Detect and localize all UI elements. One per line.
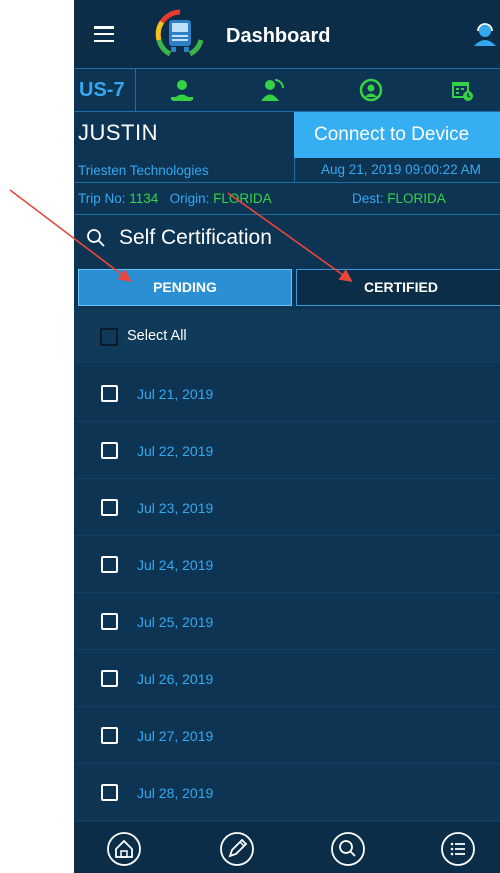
list-item[interactable]: Jul 25, 2019 [74, 593, 500, 650]
bottom-nav [74, 822, 500, 873]
select-all-row[interactable]: Select All [74, 310, 500, 363]
driver-refresh-icon[interactable] [259, 77, 285, 103]
item-checkbox[interactable] [101, 385, 118, 402]
item-date: Jul 23, 2019 [137, 500, 214, 516]
divider [74, 182, 500, 183]
driver-status-icon[interactable] [169, 77, 195, 103]
company-name: Triesten Technologies [78, 163, 209, 178]
list-item[interactable]: Jul 26, 2019 [74, 650, 500, 707]
destination-value: FLORIDA [387, 191, 446, 206]
select-all-label: Select All [127, 328, 187, 344]
tab-pending[interactable]: PENDING [78, 269, 292, 306]
item-date: Jul 27, 2019 [137, 728, 214, 744]
item-checkbox[interactable] [101, 784, 118, 801]
sync-icon[interactable] [358, 77, 384, 103]
item-date: Jul 26, 2019 [137, 671, 214, 687]
list-item[interactable]: Jul 24, 2019 [74, 536, 500, 593]
trip-number: 1134 [129, 191, 159, 206]
truck-logo-icon [155, 9, 204, 57]
list-item[interactable]: Jul 28, 2019 [74, 764, 500, 821]
list-item[interactable]: Jul 21, 2019 [74, 365, 500, 422]
select-all-checkbox[interactable] [100, 328, 118, 346]
destination-info: Dest: FLORIDA [352, 191, 446, 206]
list-item[interactable]: Jul 27, 2019 [74, 707, 500, 764]
pencil-edit-icon[interactable] [219, 831, 255, 867]
item-checkbox[interactable] [101, 499, 118, 516]
list-menu-icon[interactable] [440, 831, 476, 867]
toolbar: US-7 [74, 68, 500, 112]
origin-value: FLORIDA [213, 191, 272, 206]
calendar-clock-icon[interactable] [449, 77, 475, 103]
trip-number-label: Trip No: [78, 191, 126, 206]
page-title: Dashboard [226, 25, 331, 47]
top-bar: Dashboard [74, 0, 500, 68]
search-icon[interactable] [86, 228, 106, 248]
item-date: Jul 28, 2019 [137, 785, 214, 801]
section-title: Self Certification [119, 226, 272, 249]
hamburger-menu-icon[interactable] [94, 26, 114, 43]
app-screen: Dashboard US-7 JUSTIN Triesten Technolog… [74, 0, 500, 873]
item-checkbox[interactable] [101, 727, 118, 744]
driver-name: JUSTIN [78, 120, 158, 145]
item-checkbox[interactable] [101, 613, 118, 630]
item-checkbox[interactable] [101, 442, 118, 459]
origin-label: Origin: [169, 191, 210, 206]
divider [74, 214, 500, 215]
item-date: Jul 24, 2019 [137, 557, 214, 573]
home-icon[interactable] [106, 831, 142, 867]
connect-to-device-button[interactable]: Connect to Device [294, 112, 500, 158]
destination-label: Dest: [352, 191, 384, 206]
date-list: Jul 21, 2019 Jul 22, 2019 Jul 23, 2019 J… [74, 365, 500, 821]
list-item[interactable]: Jul 23, 2019 [74, 479, 500, 536]
current-datetime: Aug 21, 2019 09:00:22 AM [294, 158, 500, 182]
list-item[interactable]: Jul 22, 2019 [74, 422, 500, 479]
driver-profile-icon[interactable] [470, 20, 500, 50]
trip-info: Trip No: 1134 Origin: FLORIDA [78, 191, 272, 206]
item-date: Jul 22, 2019 [137, 443, 214, 459]
item-checkbox[interactable] [101, 670, 118, 687]
item-checkbox[interactable] [101, 556, 118, 573]
item-date: Jul 25, 2019 [137, 614, 214, 630]
unit-id[interactable]: US-7 [74, 69, 136, 111]
tab-certified[interactable]: CERTIFIED [296, 269, 500, 306]
item-date: Jul 21, 2019 [137, 386, 214, 402]
search-icon[interactable] [330, 831, 366, 867]
